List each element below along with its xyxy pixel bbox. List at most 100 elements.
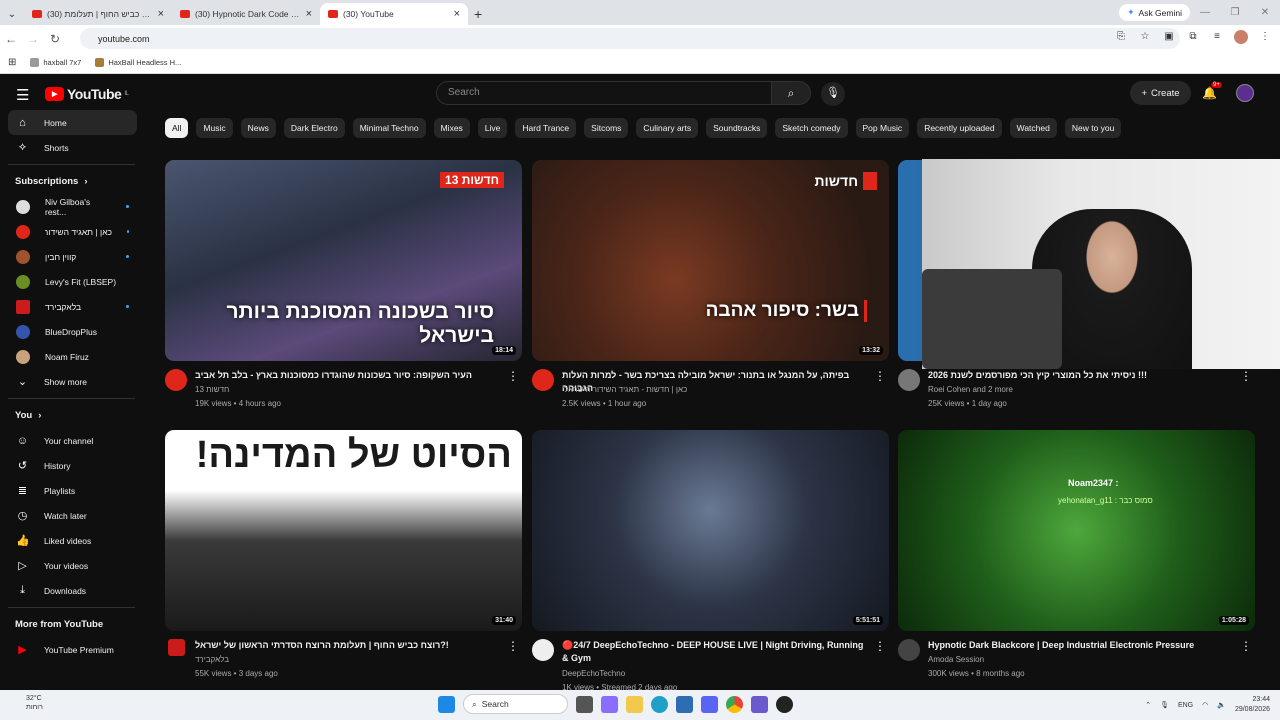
chip-all[interactable]: All: [165, 118, 189, 138]
tab-close-icon[interactable]: ×: [454, 8, 460, 20]
url-bar[interactable]: youtube.com: [80, 28, 1180, 49]
maximize-icon[interactable]: ❐: [1220, 0, 1250, 25]
tab-close-icon[interactable]: ×: [158, 8, 164, 20]
more-options-icon[interactable]: ⋮: [874, 369, 886, 383]
search-input[interactable]: Search: [436, 81, 772, 105]
chip[interactable]: Sitcoms: [584, 118, 629, 138]
youtube-logo[interactable]: ▶ YouTube IL: [45, 86, 129, 102]
chip[interactable]: Music: [196, 118, 233, 138]
record-icon[interactable]: [776, 695, 793, 713]
wifi-icon[interactable]: ◠: [1202, 701, 1208, 709]
extension-icon[interactable]: ▣: [1162, 30, 1176, 44]
browser-tab-3[interactable]: (30) YouTube ×: [320, 3, 468, 25]
video-title[interactable]: רוצח כביש החוף | תעלומת הרוצח הסדרתי הרא…: [195, 639, 505, 652]
store-icon[interactable]: [676, 695, 693, 713]
sidebar-item-home[interactable]: ⌂ Home: [8, 110, 137, 135]
sidebar-item-youtube-premium[interactable]: ▶ YouTube Premium: [0, 637, 137, 662]
sidebar-item-history[interactable]: ↺ History: [0, 453, 137, 478]
chip[interactable]: Dark Electro: [283, 118, 345, 138]
language-indicator[interactable]: ENG: [1178, 702, 1193, 709]
bookmark-item[interactable]: HaxBall Headless H...: [95, 58, 181, 67]
search-button[interactable]: ⌕: [771, 81, 811, 105]
you-heading[interactable]: You ›: [0, 403, 145, 428]
video-card[interactable]: חדשות 13 סיור בשכונה המסוכנת ביותר בישרא…: [165, 160, 522, 419]
video-thumbnail[interactable]: חדשות 13 סיור בשכונה המסוכנת ביותר בישרא…: [165, 160, 522, 361]
sidebar-sub-item[interactable]: Niv Gilboa's rest...: [0, 194, 137, 219]
sidebar-sub-item[interactable]: בלאקבירד: [0, 294, 137, 319]
menu-kebab-icon[interactable]: ⋮: [1258, 30, 1272, 44]
bookmark-item[interactable]: haxball 7x7: [30, 58, 81, 67]
video-card[interactable]: 5:51:51 🔴24/7 DeepEchoTechno - DEEP HOUS…: [532, 430, 889, 692]
apps-grid-icon[interactable]: ⊞: [8, 57, 16, 68]
more-options-icon[interactable]: ⋮: [507, 369, 519, 383]
obs-icon[interactable]: [751, 695, 768, 713]
browser-tab-1[interactable]: (30) רוצח כביש החוף | תעלומת ×: [24, 3, 172, 25]
video-thumbnail[interactable]: הסיוט של המדינה! 31:40: [165, 430, 522, 631]
microphone-icon[interactable]: 🎙: [1160, 701, 1169, 709]
channel-name[interactable]: בלאקבירד: [195, 655, 229, 664]
chrome-icon[interactable]: [726, 695, 743, 713]
channel-name[interactable]: Roei Cohen and 2 more: [928, 385, 1013, 394]
chip[interactable]: Live: [477, 118, 508, 138]
chip[interactable]: News: [240, 118, 276, 138]
media-icon[interactable]: ≡: [1210, 30, 1224, 44]
sidebar-sub-item[interactable]: BlueDropPlus: [0, 319, 137, 344]
browser-tab-2[interactable]: (30) Hypnotic Dark Code | Futur ×: [172, 3, 320, 25]
sidebar-item-shorts[interactable]: ⟡ Shorts: [0, 135, 137, 160]
new-tab-button[interactable]: +: [468, 3, 488, 25]
more-options-icon[interactable]: ⋮: [507, 639, 519, 653]
hamburger-menu-icon[interactable]: ☰: [16, 86, 29, 104]
sidebar-item-liked-videos[interactable]: 👍 Liked videos: [0, 528, 137, 553]
channel-avatar[interactable]: [898, 639, 920, 661]
volume-icon[interactable]: 🔈: [1217, 701, 1226, 709]
more-options-icon[interactable]: ⋮: [1240, 369, 1252, 383]
sidebar-item-your-videos[interactable]: ▷ Your videos: [0, 553, 137, 578]
video-card[interactable]: Noam2347 : yehonatan_g11 : סמוס כבר 1:05…: [898, 430, 1255, 689]
close-window-icon[interactable]: ✕: [1250, 0, 1280, 25]
chip[interactable]: Sketch comedy: [775, 118, 848, 138]
minimize-icon[interactable]: —: [1190, 0, 1220, 25]
chip[interactable]: Recently uploaded: [917, 118, 1002, 138]
video-title[interactable]: ניסיתי את כל המוצרי קיץ הכי מפורסמים לשנ…: [928, 369, 1238, 382]
voice-search-button[interactable]: 🎙: [821, 82, 845, 106]
account-avatar[interactable]: [1236, 84, 1254, 102]
channel-avatar[interactable]: [168, 639, 185, 656]
install-app-icon[interactable]: ⎘: [1114, 30, 1128, 44]
video-card[interactable]: הסיוט של המדינה! 31:40 רוצח כביש החוף | …: [165, 430, 522, 689]
chip[interactable]: Culinary arts: [636, 118, 699, 138]
video-title[interactable]: 🔴24/7 DeepEchoTechno - DEEP HOUSE LIVE |…: [562, 639, 872, 665]
channel-name[interactable]: חדשות 13: [195, 385, 229, 394]
sidebar-sub-item[interactable]: קווין חבין: [0, 244, 137, 269]
sidebar-sub-item[interactable]: Levy's Fit (LBSEP): [0, 269, 137, 294]
channel-name[interactable]: Amoda Session: [928, 655, 984, 664]
chip[interactable]: Soundtracks: [706, 118, 768, 138]
discord-icon[interactable]: [701, 695, 718, 713]
ask-gemini-button[interactable]: ✦ Ask Gemini: [1119, 4, 1190, 21]
tab-search-chevron-icon[interactable]: ⌄: [0, 3, 24, 25]
weather-widget[interactable]: 32°C רוחות: [6, 694, 43, 712]
chip[interactable]: New to you: [1064, 118, 1122, 138]
channel-avatar[interactable]: [165, 369, 187, 391]
channel-avatar[interactable]: [898, 369, 920, 391]
chip[interactable]: Pop Music: [855, 118, 910, 138]
video-thumbnail[interactable]: Noam2347 : yehonatan_g11 : סמוס כבר 1:05…: [898, 430, 1255, 631]
video-title[interactable]: Hypnotic Dark Blackcore | Deep Industria…: [928, 639, 1238, 652]
show-more-button[interactable]: ⌄ Show more: [0, 369, 137, 394]
tray-chevron-icon[interactable]: ⌃: [1145, 701, 1151, 709]
windows-start-icon[interactable]: [438, 695, 455, 713]
sidebar-sub-item[interactable]: כאן | תאגיד השידור הישראלי: [0, 219, 137, 244]
clock[interactable]: 23:44 29/08/2026: [1235, 695, 1270, 715]
copilot-icon[interactable]: [601, 695, 618, 713]
bookmark-star-icon[interactable]: ☆: [1138, 30, 1152, 44]
video-title[interactable]: העיר השקופה: סיור בשכונות שהוגדרו כמסוכנ…: [195, 369, 505, 382]
notifications-button[interactable]: 🔔 9+: [1202, 82, 1222, 100]
more-options-icon[interactable]: ⋮: [874, 639, 886, 653]
channel-avatar[interactable]: [532, 369, 554, 391]
chip[interactable]: Hard Trance: [515, 118, 577, 138]
tab-close-icon[interactable]: ×: [306, 8, 312, 20]
profile-icon[interactable]: [1234, 30, 1248, 44]
sidebar-item-playlists[interactable]: ≣ Playlists: [0, 478, 137, 503]
reload-icon[interactable]: ↻: [44, 32, 66, 46]
more-options-icon[interactable]: ⋮: [1240, 639, 1252, 653]
extensions-puzzle-icon[interactable]: ⧉: [1186, 30, 1200, 44]
